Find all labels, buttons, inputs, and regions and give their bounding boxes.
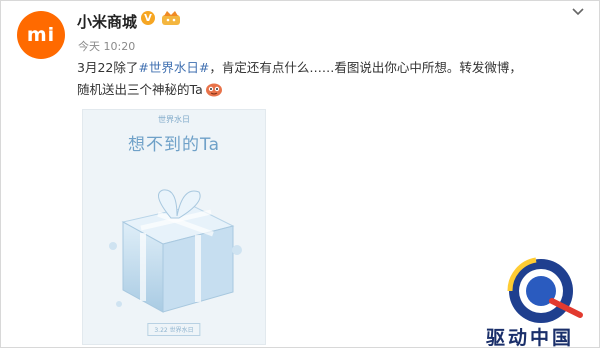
- post-text: 3月22除了: [77, 60, 139, 75]
- avatar-logo-text: mi: [26, 24, 56, 46]
- chevron-down-icon[interactable]: [571, 7, 585, 17]
- vip-crown-icon: [162, 11, 180, 25]
- post-line-1: 3月22除了#世界水日#，肯定还有点什么……看图说出你心中所想。转发微博，: [77, 57, 587, 79]
- post-content: 3月22除了#世界水日#，肯定还有点什么……看图说出你心中所想。转发微博， 随机…: [77, 57, 587, 101]
- verified-badge-icon: V: [141, 11, 155, 25]
- image-footer-tag: 3.22 世界水日: [147, 323, 201, 336]
- account-name[interactable]: 小米商城: [77, 11, 137, 32]
- post-text: ，肯定还有点什么……看图说出你心中所想。转发微博，: [209, 60, 522, 75]
- ice-gift-box-illustration: [109, 189, 242, 313]
- image-title: 想不到的Ta: [128, 135, 220, 155]
- watermark-text: 驱动中国: [486, 327, 575, 349]
- weibo-post-card: mi 小米商城 V 今天 10:20 3月22除了#世界水日#，肯定还有点什么……: [0, 0, 600, 349]
- post-text: 随机送出三个神秘的Ta: [77, 82, 203, 97]
- avatar[interactable]: mi: [17, 11, 65, 59]
- image-subtitle: 世界水日: [158, 115, 190, 124]
- post-timestamp[interactable]: 今天 10:20: [78, 38, 135, 54]
- hashtag-link[interactable]: #世界水日#: [138, 60, 209, 75]
- post-image[interactable]: 世界水日 想不到的Ta 3.22 世界水日: [82, 109, 266, 345]
- post-line-2: 随机送出三个神秘的Ta: [77, 79, 587, 101]
- emoji-icon: [205, 83, 222, 97]
